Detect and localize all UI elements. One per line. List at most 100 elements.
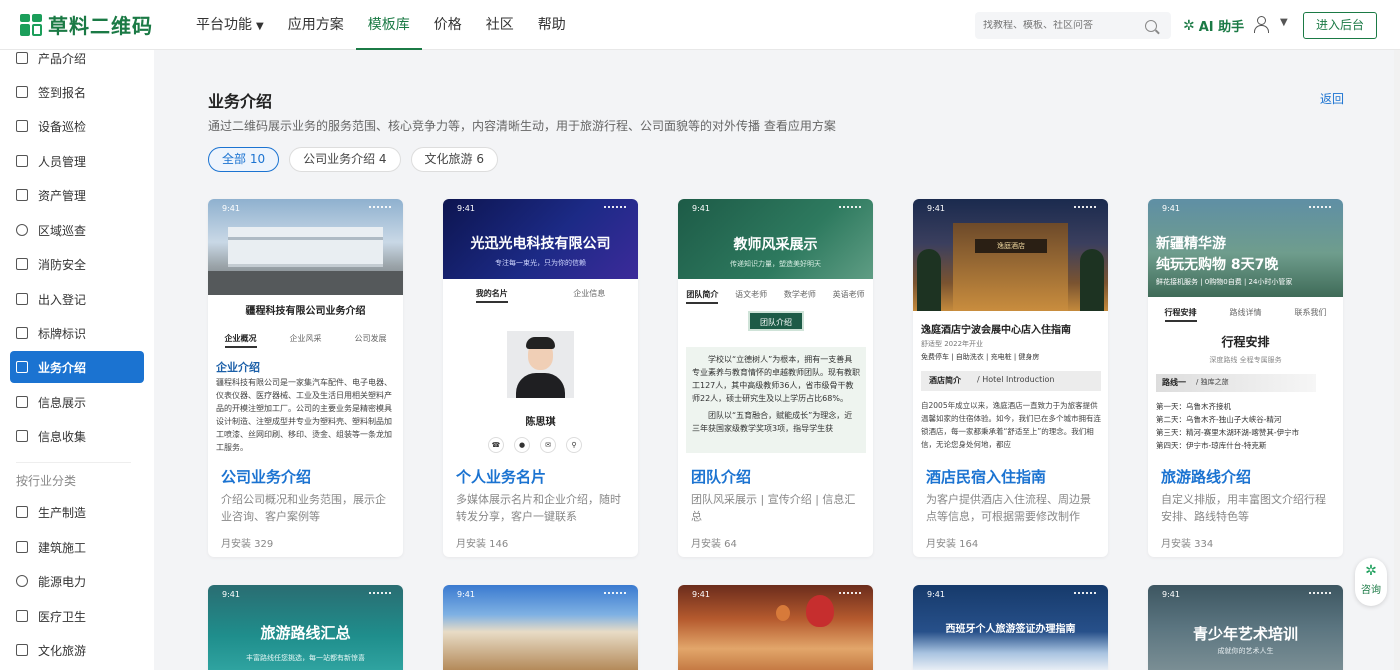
sidebar-item-label: 生产制造	[38, 505, 87, 520]
palm-tree-shape	[1080, 249, 1104, 311]
description-text: 通过二维码展示业务的服务范围、核心竞争力等，内容清晰生动，用于旅游行程、公司面貌…	[208, 119, 761, 133]
user-icon[interactable]	[1252, 15, 1270, 33]
search-input[interactable]	[975, 20, 1141, 31]
thumb-tab: 英语老师	[832, 290, 865, 299]
ai-helper-button[interactable]: ✲ AI 助手	[1183, 16, 1244, 36]
thumb-heading: 疆程科技有限公司业务介绍	[245, 306, 366, 317]
sidebar-item-product-intro[interactable]: 产品介绍	[10, 50, 144, 74]
sidebar-item-label: 信息展示	[38, 395, 87, 410]
avatar	[507, 331, 574, 398]
thumb-tab: 路线详情	[1229, 308, 1262, 317]
template-card-personal[interactable]: 9:41 光迅光电科技有限公司 专注每一束光，只为你的信赖 我的名片 企业信息 …	[443, 199, 638, 557]
sidebar-item-construction[interactable]: 建筑施工	[10, 531, 144, 563]
thumb-subheading: 传递知识力量，塑造美好明天	[730, 260, 821, 268]
view-solution-link[interactable]: 查看应用方案	[764, 119, 836, 133]
signal-icon	[604, 592, 626, 597]
thumb-section-title: 行程安排	[1221, 335, 1270, 349]
sidebar-item-assets[interactable]: 资产管理	[10, 179, 144, 211]
monthly-installs: 月安装 334	[1161, 539, 1214, 550]
crane-icon	[16, 541, 28, 553]
sidebar-item-area-patrol[interactable]: 区域巡查	[10, 214, 144, 246]
template-card-visa[interactable]: 9:41 西班牙个人旅游签证办理指南	[913, 585, 1108, 670]
nav-help[interactable]: 帮助	[526, 0, 578, 50]
card-title: 酒店民宿入住指南	[926, 468, 1047, 486]
sidebar-item-label: 产品介绍	[38, 51, 87, 66]
lightning-icon	[16, 575, 28, 587]
sidebar-item-label: 业务介绍	[38, 360, 87, 375]
template-card-company[interactable]: 9:41 疆程科技有限公司业务介绍 企业概况 企业风采 公司发展 企业介绍 疆程…	[208, 199, 403, 557]
consult-button[interactable]: ✲ 咨询	[1355, 558, 1387, 606]
thumb-tab: 联系我们	[1294, 308, 1327, 317]
sidebar-item-device-inspection[interactable]: 设备巡检	[10, 110, 144, 142]
person-name: 陈思琪	[525, 417, 556, 428]
nav-solutions[interactable]: 应用方案	[276, 0, 356, 50]
qr-logo-icon	[20, 13, 42, 36]
thumb-tabs: 企业概况 企业风采 公司发展	[208, 333, 403, 348]
signal-icon	[839, 592, 861, 597]
sidebar-item-info-collection[interactable]: 信息收集	[10, 420, 144, 452]
sidebar-item-fire-safety[interactable]: 消防安全	[10, 248, 144, 280]
thumb-tab: 语文老师	[735, 290, 768, 299]
thumb-subheading: 专注每一束光，只为你的信赖	[495, 259, 586, 267]
sidebar-item-staff[interactable]: 人员管理	[10, 145, 144, 177]
brand-logo[interactable]: 草料二维码	[20, 10, 170, 39]
thumb-section-subtitle: / Hotel Introduction	[977, 375, 1055, 384]
card-title: 旅游路线介绍	[1161, 468, 1252, 486]
thumb-subheading: 深度路线 全程专属服务	[1209, 356, 1282, 364]
thumb-heading: 新疆精华游	[1156, 236, 1226, 252]
sidebar-item-label: 建筑施工	[38, 540, 87, 555]
back-link[interactable]: 返回	[1320, 90, 1344, 107]
sidebar-item-healthcare[interactable]: 医疗卫生	[10, 600, 144, 632]
sidebar-item-access-log[interactable]: 出入登记	[10, 283, 144, 315]
location-icon	[16, 224, 28, 236]
template-card-route[interactable]: 9:41 新疆精华游 纯玩无购物 8天7晚 鲜花接机服务 | 0购物0自费 | …	[1148, 199, 1343, 557]
thumb-heading: 逸庭酒店宁波会展中心店入住指南	[921, 325, 1071, 336]
template-card-snow-mountain[interactable]: 9:41	[443, 585, 638, 670]
sidebar-item-label: 区域巡查	[38, 223, 87, 238]
sidebar-item-checkin[interactable]: 签到报名	[10, 76, 144, 108]
sidebar-item-signage[interactable]: 标牌标识	[10, 317, 144, 349]
enter-dashboard-button[interactable]: 进入后台	[1303, 12, 1377, 39]
filter-culture-tourism[interactable]: 文化旅游 6	[410, 147, 498, 172]
sidebar-divider	[16, 462, 131, 463]
id-card-icon	[16, 155, 28, 167]
filter-all[interactable]: 全部 10	[208, 147, 280, 172]
nav-community[interactable]: 社区	[474, 0, 526, 50]
template-card-balloon[interactable]: 9:41	[678, 585, 873, 670]
phone-status-time: 9:41	[692, 590, 710, 599]
filter-company-business[interactable]: 公司业务介绍 4	[289, 147, 401, 172]
chevron-down-icon[interactable]: ▼	[1280, 17, 1288, 28]
template-card-team[interactable]: 9:41 教师风采展示 传递知识力量，塑造美好明天 团队简介 语文老师 数学老师…	[678, 199, 873, 557]
nav-platform-features[interactable]: 平台功能 ▼	[184, 0, 276, 50]
sidebar-item-energy[interactable]: 能源电力	[10, 565, 144, 597]
thumb-section-bar: 酒店简介 / Hotel Introduction	[921, 371, 1101, 391]
page-scrollbar[interactable]	[1394, 50, 1400, 670]
sidebar-item-business-intro[interactable]: 业务介绍	[10, 351, 144, 383]
tag-icon	[16, 327, 28, 339]
sidebar-item-manufacturing[interactable]: 生产制造	[10, 496, 144, 528]
template-card-hotel[interactable]: 逸庭酒店 9:41 逸庭酒店宁波会展中心店入住指南 舒适型 2022年开业 免费…	[913, 199, 1108, 557]
thumb-subheading: 成就你的艺术人生	[1217, 647, 1274, 655]
thumb-tab: 企业概况	[224, 333, 257, 348]
card-description: 介绍公司概况和业务范围，展示企业咨询、客户案例等	[221, 493, 386, 523]
template-card-art-training[interactable]: 9:41 青少年艺术培训 成就你的艺术人生	[1148, 585, 1343, 670]
factory-icon	[16, 506, 28, 518]
signal-icon	[1309, 592, 1331, 597]
thumb-heading: 旅游路线汇总	[260, 624, 351, 642]
sidebar-item-label: 医疗卫生	[38, 609, 87, 624]
nav-templates[interactable]: 模板库	[355, 0, 422, 50]
template-thumbnail: 9:41 新疆精华游 纯玩无购物 8天7晚 鲜花接机服务 | 0购物0自费 | …	[1148, 199, 1343, 453]
nav-label: 平台功能	[196, 16, 252, 33]
sidebar-item-culture-tourism[interactable]: 文化旅游	[10, 634, 144, 666]
hotel-photo: 逸庭酒店	[913, 199, 1108, 311]
thumb-subheading: 丰富路线任您挑选，每一站都有新惊喜	[246, 654, 365, 662]
signal-icon	[1309, 206, 1331, 211]
nav-pricing[interactable]: 价格	[422, 0, 474, 50]
thumb-heading: 教师风采展示	[733, 237, 818, 253]
template-card-route-summary[interactable]: 9:41 旅游路线汇总 丰富路线任您挑选，每一站都有新惊喜	[208, 585, 403, 670]
thumb-tab: 企业信息	[573, 289, 606, 298]
search-icon[interactable]	[1145, 19, 1157, 32]
phone-status-time: 9:41	[927, 590, 945, 599]
thumb-tabs: 我的名片 企业信息	[443, 288, 638, 303]
sidebar-item-info-display[interactable]: 信息展示	[10, 386, 144, 418]
